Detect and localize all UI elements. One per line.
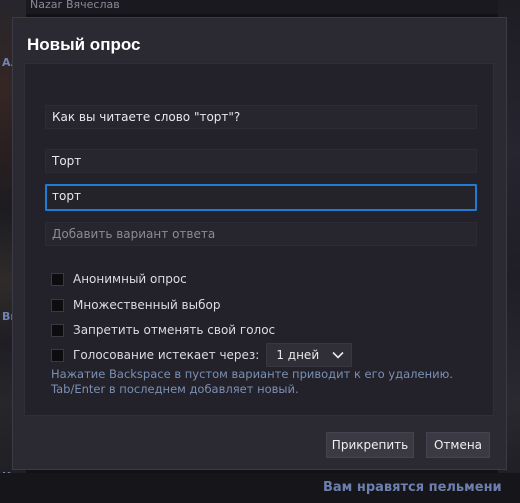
option-anonymous[interactable]: Анонимный опрос — [51, 270, 187, 288]
no-retract-label: Запретить отменять свой голос — [73, 323, 276, 337]
multiple-checkbox[interactable] — [51, 298, 64, 312]
no-retract-checkbox[interactable] — [51, 323, 64, 337]
cancel-button[interactable]: Отмена — [426, 432, 490, 458]
chevron-down-icon — [332, 351, 344, 359]
background-bottom-bar: Вам нравятся пельмени — [0, 473, 520, 503]
background-username: Nazar — [30, 0, 63, 11]
expires-checkbox[interactable] — [51, 348, 64, 362]
hint-line-1: Нажатие Backspace в пустом варианте прив… — [51, 367, 453, 381]
poll-answer-input-1[interactable]: Торт — [45, 149, 477, 173]
expires-select[interactable]: 1 дней — [266, 343, 353, 367]
attach-button[interactable]: Прикрепить — [326, 432, 414, 458]
expires-label: Голосование истекает через: — [73, 348, 260, 362]
background-post-title: Вам нравятся пельмени — [323, 480, 502, 495]
poll-answer-input-2[interactable]: торт — [45, 184, 477, 211]
background-username: Вячеслав — [66, 0, 120, 11]
option-no-retract[interactable]: Запретить отменять свой голос — [51, 321, 275, 339]
multiple-label: Множественный выбор — [73, 298, 221, 312]
option-multiple[interactable]: Множественный выбор — [51, 296, 220, 314]
add-answer-input[interactable]: Добавить вариант ответа — [45, 222, 477, 246]
new-poll-dialog: Новый опрос Как вы читаете слово "торт"?… — [12, 17, 507, 470]
anonymous-checkbox[interactable] — [51, 272, 64, 286]
anonymous-label: Анонимный опрос — [73, 272, 187, 286]
dialog-body: Как вы читаете слово "торт"? Торт торт Д… — [24, 63, 494, 416]
dialog-title: Новый опрос — [27, 35, 141, 54]
background-top-bar: Nazar Вячеслав — [26, 0, 498, 14]
poll-question-input[interactable]: Как вы читаете слово "торт"? — [45, 105, 477, 129]
expires-select-value: 1 дней — [276, 348, 320, 362]
hint-line-2: Tab/Enter в последнем добавляет новый. — [51, 382, 299, 396]
poll-hint: Нажатие Backspace в пустом варианте прив… — [51, 367, 481, 397]
option-expires[interactable]: Голосование истекает через: 1 дней — [51, 343, 353, 367]
